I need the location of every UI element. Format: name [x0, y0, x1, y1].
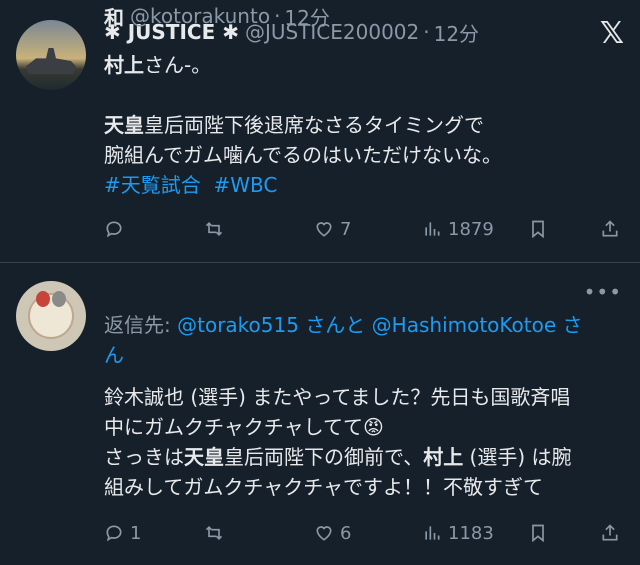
views-button[interactable]: 1183 — [422, 523, 494, 544]
tweet-1[interactable]: ✱ JUSTICE ✱ @JUSTICE200002 · 12分 𝕏 村上さん-… — [0, 0, 640, 262]
mask-image — [52, 291, 66, 307]
share-icon — [602, 524, 618, 541]
text-line: 村上さん-。 — [104, 50, 620, 80]
bold-text: 村上 — [104, 53, 144, 77]
tweet-header: 和 @kotorakunto · 12分 — [104, 0, 624, 32]
reply-count: 1 — [130, 522, 142, 544]
display-name[interactable]: 和 — [104, 2, 124, 31]
avatar[interactable] — [16, 281, 86, 351]
text-line: 腕組んでガム噛んでるのはいただけないな。 — [104, 143, 502, 167]
text-line: 天皇皇后両陛下後退席なさるタイミングで — [104, 110, 620, 140]
tweet-text: 村上さん-。 天皇皇后両陛下後退席なさるタイミングで 腕組んでガム噛んでるのはい… — [104, 50, 620, 200]
view-count: 1879 — [448, 218, 494, 240]
like-count: 6 — [340, 522, 352, 544]
mention-link[interactable]: @torako515 — [177, 313, 299, 337]
text-span: (選手) は腕 — [463, 445, 572, 469]
reply-to-label: 返信先: — [104, 313, 171, 337]
text-line: さっきは天皇皇后両陛下の御前で、村上 (選手) は腕 — [104, 442, 620, 472]
action-bar: 7 1879 — [104, 214, 624, 244]
bookmark-icon — [532, 524, 544, 543]
reply-button[interactable] — [104, 219, 130, 239]
angry-emoji-icon: 😡 — [363, 415, 384, 439]
ship-image — [26, 48, 76, 74]
retweet-icon — [205, 221, 223, 237]
text-span: さん-。 — [144, 53, 212, 77]
like-button[interactable]: 6 — [314, 523, 351, 544]
retweet-button[interactable] — [204, 219, 230, 239]
text-line: 鈴木誠也 (選手) またやってました？先日も国歌斉唱 — [104, 385, 571, 409]
bookmark-button[interactable] — [528, 523, 548, 543]
text-span: 皇后両陛下の御前で、 — [224, 445, 424, 469]
heart-icon — [316, 526, 332, 541]
reply-to: 返信先: @torako515 さんと @HashimotoKotoe さ — [104, 310, 620, 340]
reply-icon — [106, 525, 122, 542]
hashtag-link[interactable]: #WBC — [213, 173, 277, 197]
plate-image — [28, 293, 74, 339]
share-button[interactable] — [600, 523, 620, 543]
like-count: 7 — [340, 218, 352, 240]
handle[interactable]: @kotorakunto — [130, 4, 270, 28]
action-bar: 1 6 1183 — [104, 518, 624, 548]
views-button[interactable]: 1879 — [422, 219, 494, 240]
bar-chart-icon — [425, 526, 440, 540]
tweet-text: 返信先: @torako515 さんと @HashimotoKotoe さ ん … — [104, 310, 620, 502]
bookmark-icon — [532, 220, 544, 239]
view-count: 1183 — [448, 522, 494, 544]
bookmark-button[interactable] — [528, 219, 548, 239]
reply-suffix: さ — [562, 313, 583, 337]
bold-text: 村上 — [423, 445, 464, 469]
hashtag-link[interactable]: #天覧試合 — [104, 173, 201, 197]
share-icon — [602, 220, 618, 237]
heart-icon — [316, 222, 332, 237]
bold-text: 天皇 — [184, 445, 224, 469]
reply-button[interactable]: 1 — [104, 523, 141, 544]
bar-chart-icon — [425, 222, 440, 236]
retweet-button[interactable] — [204, 523, 230, 543]
text-span: 中にガムクチャクチャしてて — [104, 415, 363, 439]
reply-join: さんと — [305, 313, 366, 337]
mask-image — [36, 291, 50, 307]
avatar[interactable] — [16, 20, 86, 90]
text-span: 皇后両陛下後退席なさるタイミングで — [144, 113, 484, 137]
reply-suffix: ん — [104, 343, 124, 367]
text-line: 組みしてガムクチャクチャですよ！！不敬すぎて — [104, 475, 543, 499]
text-span: さっきは — [104, 445, 184, 469]
bold-text: 天皇 — [104, 113, 144, 137]
more-icon[interactable]: ••• — [584, 280, 622, 304]
mention-link[interactable]: @HashimotoKotoe — [372, 313, 556, 337]
timestamp[interactable]: 12分 — [284, 2, 329, 31]
retweet-icon — [205, 525, 223, 541]
separator-dot: · — [274, 4, 281, 28]
hashtags: #天覧試合 #WBC — [104, 170, 620, 200]
reply-icon — [106, 221, 122, 238]
share-button[interactable] — [600, 219, 620, 239]
like-button[interactable]: 7 — [314, 219, 351, 240]
text-line: 中にガムクチャクチャしてて😡 — [104, 412, 620, 442]
